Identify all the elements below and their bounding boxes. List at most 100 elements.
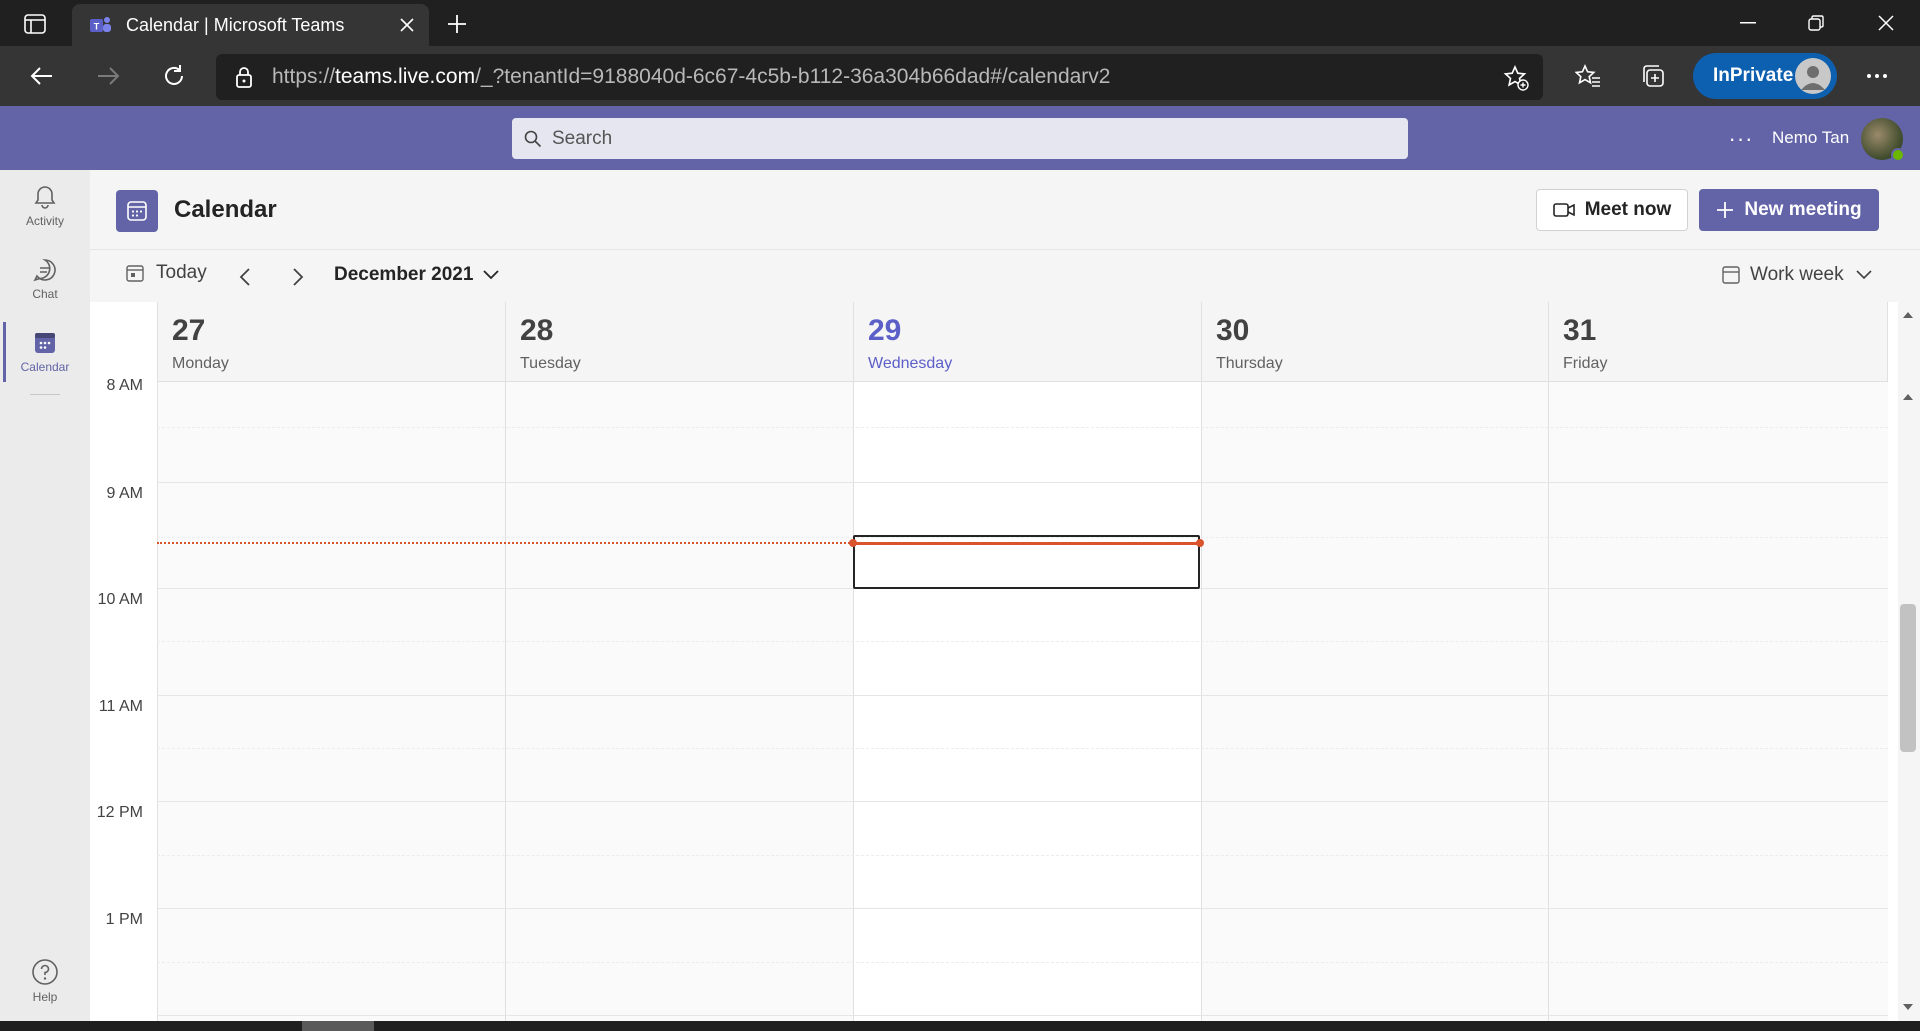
user-name[interactable]: Nemo Tan bbox=[1772, 128, 1849, 148]
app-rail: Activity Chat Calendar Help bbox=[0, 170, 90, 1021]
calendar-grid: 27 Monday 28 Tuesday 29 Wednesday 30 Thu… bbox=[90, 302, 1900, 1021]
view-label: Work week bbox=[1750, 264, 1844, 285]
month-label: December 2021 bbox=[334, 264, 474, 285]
back-icon[interactable] bbox=[20, 54, 64, 98]
browser-tab[interactable]: T Calendar | Microsoft Teams bbox=[72, 4, 429, 46]
video-camera-icon bbox=[1552, 203, 1575, 217]
close-window-icon[interactable] bbox=[1852, 0, 1920, 46]
current-time-dot bbox=[1196, 539, 1204, 547]
day-header: 28 Tuesday bbox=[505, 302, 853, 382]
day-name: Monday bbox=[172, 355, 229, 372]
help-icon bbox=[32, 959, 58, 985]
chevron-down-icon bbox=[1856, 270, 1872, 280]
presence-available-icon bbox=[1891, 148, 1905, 162]
chevron-down-icon bbox=[483, 270, 500, 280]
svg-text:T: T bbox=[94, 22, 100, 32]
scroll-up-icon[interactable] bbox=[1901, 308, 1915, 322]
calendar-icon bbox=[35, 333, 55, 353]
day-column[interactable] bbox=[157, 382, 505, 1021]
chat-icon bbox=[33, 259, 56, 282]
rail-label-activity: Activity bbox=[25, 214, 64, 228]
rail-divider bbox=[30, 394, 60, 395]
time-label: 11 AM bbox=[98, 698, 143, 715]
hour-line bbox=[157, 482, 1888, 483]
rail-label-help: Help bbox=[32, 990, 58, 1004]
add-favorite-icon[interactable] bbox=[1499, 61, 1533, 95]
refresh-icon[interactable] bbox=[152, 54, 196, 98]
horizontal-scrollbar-thumb[interactable] bbox=[302, 1021, 374, 1031]
day-number: 29 bbox=[868, 314, 902, 347]
half-hour-line bbox=[157, 641, 1888, 642]
half-hour-line bbox=[157, 748, 1888, 749]
teams-header: Search ··· Nemo Tan bbox=[0, 106, 1920, 170]
day-column-today[interactable] bbox=[853, 382, 1201, 1021]
hour-line bbox=[157, 801, 1888, 802]
rail-label-calendar: Calendar bbox=[20, 360, 70, 374]
day-number: 30 bbox=[1216, 314, 1250, 347]
favorites-icon[interactable] bbox=[1566, 54, 1610, 98]
browser-nav-bar: https://teams.live.com/_?tenantId=918804… bbox=[0, 46, 1920, 106]
hour-line bbox=[157, 695, 1888, 696]
scroll-up-icon[interactable] bbox=[1901, 390, 1915, 404]
new-meeting-button[interactable]: New meeting bbox=[1699, 189, 1879, 231]
day-column[interactable] bbox=[505, 382, 853, 1021]
minimize-icon[interactable] bbox=[1714, 0, 1782, 46]
current-time-dot bbox=[849, 539, 857, 547]
scrollbar-thumb[interactable] bbox=[1900, 604, 1916, 752]
tab-title: Calendar | Microsoft Teams bbox=[126, 14, 345, 35]
day-name: Thursday bbox=[1216, 355, 1283, 372]
view-calendar-icon bbox=[1722, 266, 1740, 284]
day-number: 31 bbox=[1563, 314, 1597, 347]
new-tab-icon[interactable] bbox=[441, 8, 473, 40]
scroll-down-icon[interactable] bbox=[1901, 1000, 1915, 1014]
address-bar[interactable]: https://teams.live.com/_?tenantId=918804… bbox=[216, 54, 1543, 100]
collections-icon[interactable] bbox=[1632, 54, 1676, 98]
half-hour-line bbox=[157, 427, 1888, 428]
time-label: 1 PM bbox=[105, 911, 143, 928]
day-name: Wednesday bbox=[868, 355, 953, 372]
time-label: 8 AM bbox=[106, 377, 143, 394]
tab-actions-icon bbox=[24, 14, 46, 34]
bell-icon bbox=[34, 186, 56, 209]
tab-actions-button[interactable] bbox=[18, 10, 52, 38]
inprivate-button[interactable]: InPrivate bbox=[1693, 53, 1837, 99]
half-hour-line bbox=[157, 855, 1888, 856]
lock-icon[interactable] bbox=[216, 66, 272, 88]
today-button[interactable]: Today bbox=[126, 262, 207, 284]
rail-label-chat: Chat bbox=[32, 287, 58, 301]
day-header: 31 Friday bbox=[1548, 302, 1888, 382]
time-label: 12 PM bbox=[96, 804, 143, 821]
meet-now-button[interactable]: Meet now bbox=[1536, 189, 1688, 231]
view-switcher[interactable]: Work week bbox=[1722, 264, 1872, 286]
current-time-line bbox=[157, 542, 853, 544]
search-input[interactable]: Search bbox=[512, 118, 1408, 159]
month-picker[interactable]: December 2021 bbox=[334, 264, 500, 286]
more-options-icon[interactable]: ··· bbox=[1724, 122, 1758, 156]
rail-item-help[interactable]: Help bbox=[0, 945, 90, 1017]
day-column[interactable] bbox=[1548, 382, 1888, 1021]
previous-week-icon[interactable] bbox=[230, 262, 260, 292]
close-tab-icon[interactable] bbox=[391, 9, 423, 41]
half-hour-line bbox=[157, 962, 1888, 963]
page-title: Calendar bbox=[174, 196, 277, 223]
day-header: 27 Monday bbox=[157, 302, 505, 382]
forward-icon[interactable] bbox=[86, 54, 130, 98]
user-avatar[interactable] bbox=[1861, 118, 1905, 162]
rail-item-calendar[interactable]: Calendar bbox=[0, 316, 90, 388]
time-label: 9 AM bbox=[106, 485, 143, 502]
rail-item-activity[interactable]: Activity bbox=[0, 170, 90, 242]
settings-more-icon[interactable] bbox=[1855, 54, 1899, 98]
today-calendar-icon bbox=[126, 265, 144, 282]
day-column[interactable] bbox=[1201, 382, 1548, 1021]
horizontal-scrollbar[interactable] bbox=[0, 1021, 1920, 1031]
calendar-header: Calendar Meet now New meeting bbox=[90, 170, 1920, 250]
next-week-icon[interactable] bbox=[283, 262, 313, 292]
url-text: https://teams.live.com/_?tenantId=918804… bbox=[272, 65, 1111, 88]
rail-item-chat[interactable]: Chat bbox=[0, 243, 90, 315]
restore-icon[interactable] bbox=[1782, 0, 1850, 46]
hour-line bbox=[157, 1015, 1888, 1016]
search-icon bbox=[524, 130, 542, 147]
day-header: 30 Thursday bbox=[1201, 302, 1548, 382]
time-label: 10 AM bbox=[97, 591, 143, 608]
plus-icon bbox=[1717, 202, 1734, 218]
